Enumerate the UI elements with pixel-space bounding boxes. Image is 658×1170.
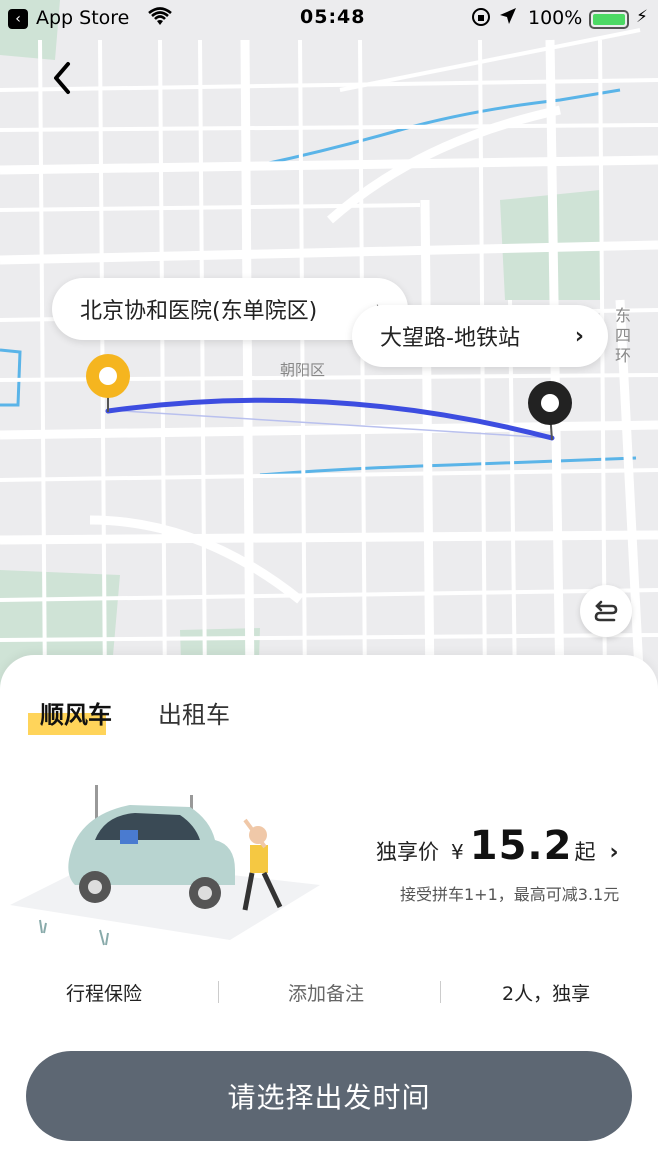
price-suffix: 起 <box>574 840 596 864</box>
divider <box>440 981 441 1003</box>
chevron-right-icon: › <box>609 840 619 865</box>
passengers-option[interactable]: 2人，独享 <box>502 979 590 1006</box>
road-label: 东四环 <box>614 306 631 365</box>
ride-options-sheet: 顺风车 出租车 独享价 ¥ 15.2 起 › 接受拼车1+1，最高可减3.1元 … <box>0 655 658 1170</box>
insurance-option[interactable]: 行程保险 <box>66 979 142 1006</box>
chevron-left-icon <box>54 62 70 94</box>
battery-icon <box>589 10 629 29</box>
battery-percent: 100% <box>528 7 583 29</box>
tab-taxi[interactable]: 出租车 <box>158 695 230 730</box>
back-app-label[interactable]: App Store <box>36 7 129 29</box>
orientation-lock-icon <box>470 6 492 33</box>
price-label: 独享价 <box>376 840 439 864</box>
options-row: 行程保险 添加备注 2人，独享 <box>0 975 658 1015</box>
select-departure-time-button[interactable]: 请选择出发时间 <box>26 1051 632 1141</box>
swap-icon <box>594 600 618 622</box>
origin-label: 北京协和医院(东单院区) <box>80 299 318 324</box>
car-illustration <box>0 775 330 955</box>
currency-symbol: ¥ <box>451 840 464 864</box>
charging-bolt-icon: ⚡ <box>636 7 648 27</box>
back-button[interactable] <box>42 58 82 98</box>
location-arrow-icon <box>498 6 518 31</box>
destination-callout[interactable]: 大望路-地铁站 › <box>352 305 608 367</box>
district-label: 朝阳区 <box>280 361 326 379</box>
origin-pin-icon <box>86 354 130 412</box>
destination-label: 大望路-地铁站 <box>380 326 520 351</box>
back-to-app-icon[interactable]: ‹ <box>8 9 28 29</box>
clock: 05:48 <box>300 6 366 28</box>
ride-type-tabs: 顺风车 出租车 <box>28 695 230 735</box>
chevron-right-icon: › <box>574 323 584 349</box>
route-swap-button[interactable] <box>580 585 632 637</box>
status-bar: ‹ App Store 05:48 100% ⚡ <box>0 0 658 38</box>
tab-carpool[interactable]: 顺风车 <box>28 695 112 735</box>
price-note: 接受拼车1+1，最高可减3.1元 <box>400 885 620 904</box>
wifi-icon <box>147 7 173 32</box>
price-value: 15.2 <box>469 823 573 869</box>
add-remark-option[interactable]: 添加备注 <box>288 979 364 1006</box>
price-row[interactable]: 独享价 ¥ 15.2 起 › <box>376 823 619 869</box>
divider <box>218 981 219 1003</box>
